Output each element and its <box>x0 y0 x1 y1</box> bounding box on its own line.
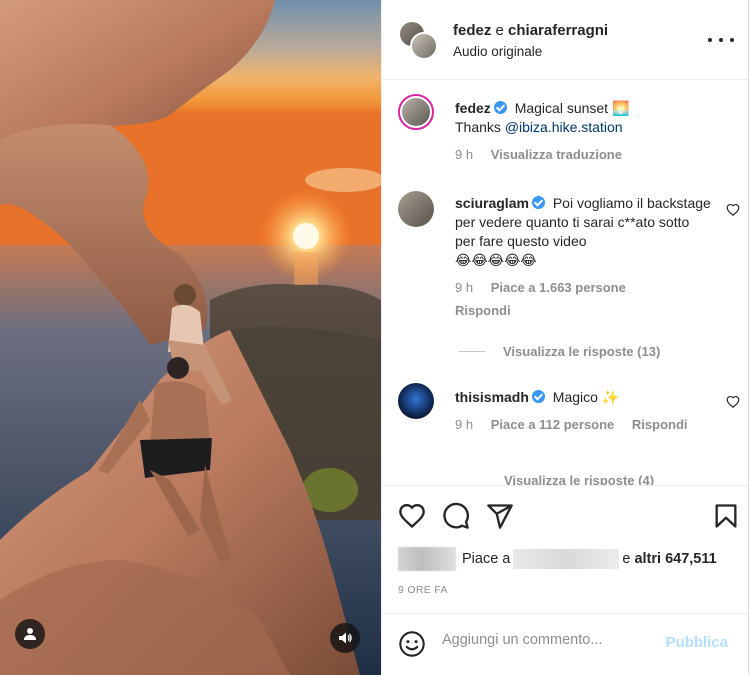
likes-connector: e <box>622 551 631 567</box>
user-icon <box>24 628 36 640</box>
tagged-users-button[interactable] <box>15 619 45 649</box>
comment-likes-link[interactable]: Piace a 1.663 persone <box>491 280 626 295</box>
likes-summary[interactable]: Piace a e altri 647,511 <box>398 546 717 572</box>
bookmark-icon[interactable] <box>712 502 740 530</box>
comment-text: thisismadh Magico ✨ 9 h Piace a 112 pers… <box>455 388 712 434</box>
liker-name-redacted[interactable] <box>513 549 620 569</box>
caption-mention-link[interactable]: @ibiza.hike.station <box>505 119 623 135</box>
avatar <box>410 32 438 60</box>
caption-text: fedez Magical sunset 🌅 Thanks @ibiza.hik… <box>455 99 712 164</box>
caption-message: Magical sunset 🌅 <box>514 100 630 116</box>
view-replies-label: Visualizza le risposte (13) <box>503 344 661 359</box>
post-actions: Piace a e altri 647,511 9 ORE FA <box>382 485 748 613</box>
publish-button[interactable]: Pubblica <box>665 634 728 651</box>
audio-label[interactable]: Audio originale <box>453 44 542 59</box>
caption-username[interactable]: fedez <box>455 100 491 116</box>
post-panel: fedez e chiaraferragni Audio originale f… <box>381 0 749 675</box>
avatar[interactable] <box>398 191 434 227</box>
comment-emoji: 😂😂😂😂😂 <box>455 252 537 268</box>
caption-meta: 9 h Visualizza traduzione <box>455 145 712 164</box>
collab-avatars[interactable] <box>398 20 438 60</box>
add-comment-bar: Pubblica <box>382 613 748 675</box>
post-timestamp: 9 ORE FA <box>398 584 448 596</box>
emoji-icon[interactable] <box>398 630 426 658</box>
audio-toggle-button[interactable] <box>330 623 360 653</box>
like-comment-heart-icon[interactable] <box>726 203 740 217</box>
comments-list[interactable]: fedez Magical sunset 🌅 Thanks @ibiza.hik… <box>382 81 748 485</box>
comment-input[interactable] <box>442 632 642 648</box>
comment-text: sciuraglam Poi vogliamo il backstage per… <box>455 194 712 320</box>
speaker-icon <box>339 632 352 644</box>
reply-button[interactable]: Rispondi <box>632 417 688 432</box>
reply-button[interactable]: Rispondi <box>455 301 712 320</box>
author-link-chiaraferragni[interactable]: chiaraferragni <box>508 22 608 39</box>
verified-badge-icon <box>531 390 545 403</box>
divider <box>459 351 485 352</box>
comment-meta: 9 h Piace a 1.663 persone <box>455 278 712 297</box>
comment-message: Magico ✨ <box>552 389 620 405</box>
sunset-photo <box>0 0 381 675</box>
verified-badge-icon <box>493 101 507 114</box>
comment-time: 9 h <box>455 417 474 432</box>
comment-username[interactable]: thisismadh <box>455 389 529 405</box>
author-link-fedez[interactable]: fedez <box>453 22 491 39</box>
share-icon[interactable] <box>486 502 514 530</box>
comment-icon[interactable] <box>442 502 470 530</box>
post-authors: fedez e chiaraferragni <box>453 22 608 39</box>
heart-icon[interactable] <box>398 502 426 530</box>
verified-badge-icon <box>531 196 545 209</box>
post-header: fedez e chiaraferragni Audio originale <box>382 0 748 80</box>
comment-username[interactable]: sciuraglam <box>455 195 529 211</box>
view-replies-button[interactable]: Visualizza le risposte (4) <box>504 473 654 485</box>
more-options-icon[interactable] <box>708 30 734 50</box>
comment-time: 9 h <box>455 280 474 295</box>
authors-connector: e <box>495 22 504 39</box>
caption-thanks: Thanks <box>455 119 501 135</box>
post-media[interactable] <box>0 0 381 675</box>
likes-prefix: Piace a <box>462 551 511 567</box>
comment-likes-link[interactable]: Piace a 112 persone <box>491 417 615 432</box>
view-replies-button[interactable]: Visualizza le risposte (13) <box>459 344 660 359</box>
avatar[interactable] <box>398 383 434 419</box>
likes-others-link[interactable]: altri 647,511 <box>634 551 716 567</box>
translate-link[interactable]: Visualizza traduzione <box>491 147 622 162</box>
liker-avatars <box>398 547 456 571</box>
caption-time: 9 h <box>455 147 474 162</box>
like-comment-heart-icon[interactable] <box>726 395 740 409</box>
avatar[interactable] <box>398 94 434 130</box>
comment-meta: 9 h Piace a 112 persone Rispondi <box>455 415 712 434</box>
